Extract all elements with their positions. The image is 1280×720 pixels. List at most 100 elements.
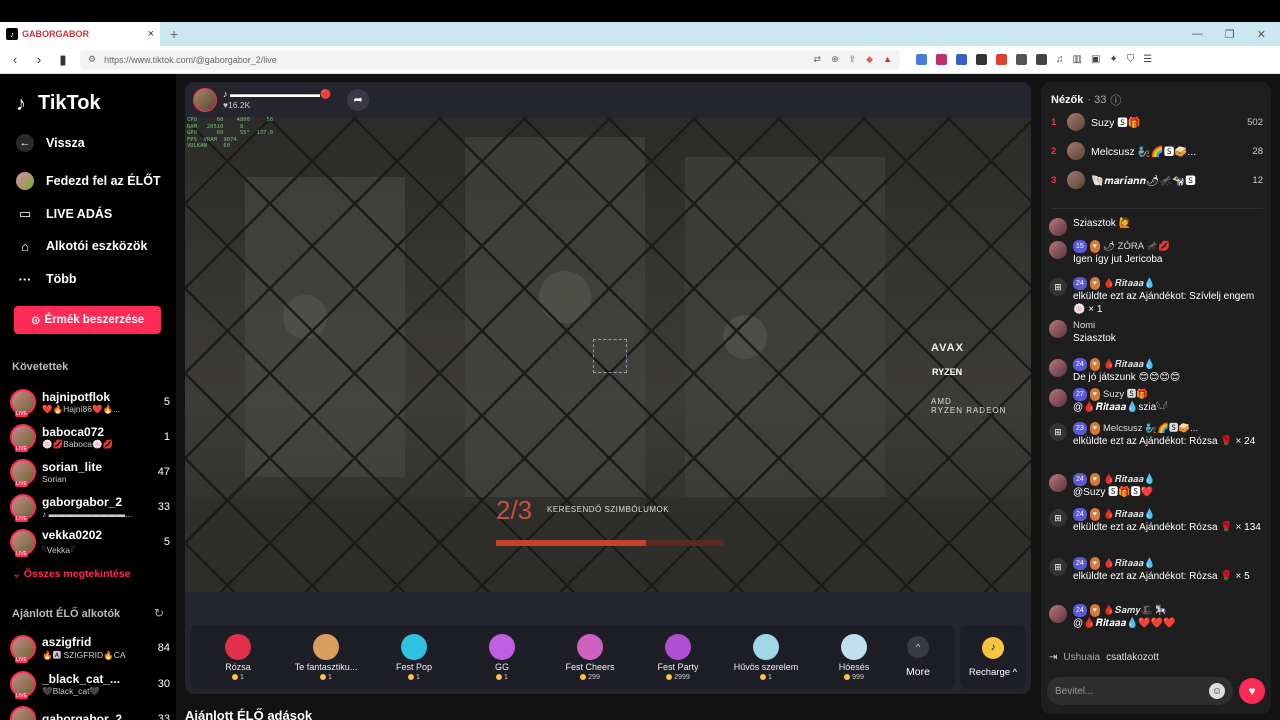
translate-icon[interactable]: ⇄ [814,54,822,65]
like-button[interactable]: ♥ [1239,678,1265,704]
following-item[interactable]: LIVE sorian_lite Sorian 47 [10,457,170,487]
nav-live[interactable]: ▭ LIVE ADÁS [16,205,112,223]
tiktok-logo[interactable]: ♪ TikTok [16,92,101,115]
following-sub: ♪ ▬▬▬▬▬▬▬▬▬... [42,509,133,519]
new-tab-icon[interactable]: + [170,26,178,42]
chat-message[interactable]: Nomi Sziasztok [1049,319,1263,345]
chat-user[interactable]: 24 ♥ 🩸𝑹𝒊𝒕𝒂𝒂𝒂💧 [1073,473,1263,486]
chat-username: Melcsusz 🧞🌈🆂🥪... [1102,423,1199,434]
chat-message[interactable]: 24 ♥ 🩸𝑹𝒊𝒕𝒂𝒂𝒂💧 @Suzy 🆂🎁🆂❤️ [1049,473,1263,499]
gift-price: 1 [232,674,244,681]
recharge-button[interactable]: ♪ Recharge ^ [960,625,1026,689]
chat-user[interactable]: 23 ♥ Melcsusz 🧞🌈🆂🥪... [1073,422,1263,435]
nav-explore-live[interactable]: Fedezd fel az ÉLŐT [16,172,161,190]
gift-item[interactable]: GG 1 [458,633,546,681]
see-all-link[interactable]: ⌄ Összes megtekintése [12,568,131,580]
gift-item[interactable]: Fest Party 2999 [634,633,722,681]
nav-creator-tools[interactable]: ⌂ Alkotói eszközök [16,237,147,255]
browser-tab[interactable]: ♪ GABORGABOR × [0,22,160,46]
extension-icon[interactable] [1036,54,1047,65]
chat-user[interactable]: 24 ♥ 🩸𝑹𝒊𝒕𝒂𝒂𝒂💧 [1073,277,1263,290]
chat-user[interactable]: Nomi [1073,319,1263,332]
get-coins-button[interactable]: ⊙ Érmék beszerzése [14,306,161,334]
following-item[interactable]: LIVE vekka0202 𓆩Vekka𓆪 5 [10,527,170,557]
chat-user[interactable]: 27 ♥ Suzy 🆂🎁 [1073,388,1263,401]
chat-message[interactable]: 24 ♥ 🩸𝑹𝒊𝒕𝒂𝒂𝒂💧 De jó játszunk 😊😊😊😊 [1049,358,1263,384]
extension-icon[interactable] [996,54,1007,65]
rewards-icon[interactable]: ▲ [883,54,892,65]
coin-icon [408,674,415,680]
host-avatar[interactable] [193,87,217,112]
chat-gift-message[interactable]: ⊞ 24 ♥ 🩸𝑹𝒊𝒕𝒂𝒂𝒂💧 elküldte ezt az Ajándékot: R… [1049,557,1263,583]
chat-message[interactable]: Sziasztok 🙋 [1049,217,1263,236]
chat-gift-message[interactable]: ⊞ 24 ♥ 🩸𝑹𝒊𝒕𝒂𝒂𝒂💧 elküldte ezt az Ajándékot: S… [1049,277,1263,316]
top-strip [0,0,1280,22]
suggested-item[interactable]: LIVE _black_cat_... 🖤Black_cat🖤 30 [10,669,170,699]
following-name: sorian_lite [42,460,103,474]
site-settings-icon[interactable]: ⚙ [88,54,96,65]
following-item[interactable]: LIVE baboca072 🍥💋Baboca🍥💋 1 [10,422,170,452]
chat-message[interactable]: 27 ♥ Suzy 🆂🎁 @🩸𝑹𝒊𝒕𝒂𝒂𝒂💧szia𓆩𓆪 [1049,388,1263,414]
avatar: LIVE [10,635,36,663]
extension-icon[interactable] [936,54,947,65]
leo-icon[interactable]: ✦ [1109,54,1117,65]
chat-gift-message[interactable]: ⊞ 24 ♥ 🩸𝑹𝒊𝒕𝒂𝒂𝒂💧 elküldte ezt az Ajándékot: R… [1049,508,1263,534]
minimize-icon[interactable]: — [1192,28,1203,41]
gift-item[interactable]: Hóesés 999 [810,633,898,681]
gift-item[interactable]: Te fantasztiku... 1 [282,633,370,681]
gift-name: Fest Pop [395,661,433,672]
nav-back[interactable]: ← Vissza [16,134,85,152]
maximize-icon[interactable]: ❐ [1225,28,1235,41]
more-gifts-button[interactable]: ^ More [898,636,938,678]
info-icon[interactable]: ⓘ [1110,92,1121,108]
gift-item[interactable]: Fest Cheers 299 [546,633,634,681]
vpn-icon[interactable]: ⛉ [1127,54,1135,65]
chat-input[interactable]: Bevitel... ☺ [1047,677,1233,705]
top-viewer-row[interactable]: 3 🐚𝒎𝒂𝒓𝒊𝒂𝒏𝒏🌶🦟🐄🆂 12 [1051,170,1263,190]
suggested-item[interactable]: LIVE aszigfrid 🔥🅰 SZIGFRID🔥CA 84 [10,633,170,663]
chat-gift-message[interactable]: ⊞ 23 ♥ Melcsusz 🧞🌈🆂🥪... elküldte ezt az Aján… [1049,422,1263,448]
following-item[interactable]: LIVE gaborgabor_2 ♪ ▬▬▬▬▬▬▬▬▬... 33 [10,492,170,522]
gift-item[interactable]: Fest Pop 1 [370,633,458,681]
emoji-icon[interactable]: ☺ [1209,683,1225,699]
extension-icon[interactable] [976,54,987,65]
gift-item[interactable]: Hűvös szerelem 1 [722,633,810,681]
gift-price: 299 [580,674,600,681]
chat-user[interactable]: 24 ♥ 🩸𝑹𝒊𝒕𝒂𝒂𝒂💧 [1073,508,1263,521]
chat-user[interactable]: 24 ♥ 🩸𝑹𝒊𝒕𝒂𝒂𝒂💧 [1073,557,1263,570]
chat-user[interactable]: 24 ♥ 🩸𝑺𝒂𝒎𝒚🎩 🎠 [1073,604,1263,617]
top-viewer-row[interactable]: 2 Melcsusz 🧞🌈🆂🥪... 28 [1051,141,1263,161]
url-field[interactable]: ⚙ https://www.tiktok.com/@gaborgabor_2/l… [80,49,900,70]
back-icon[interactable]: ‹ [8,52,22,67]
chat-text: elküldte ezt az Ajándékot: Rózsa 🌹 × 134 [1073,522,1261,533]
suggested-item[interactable]: gaborgabor_2 33 [10,704,170,720]
host-name[interactable]: ♪ ▬▬▬▬▬▬▬▬▬▬🔴 [223,89,331,100]
chat-user[interactable]: 24 ♥ 🩸𝑹𝒊𝒕𝒂𝒂𝒂💧 [1073,358,1263,371]
brave-shield-icon[interactable]: ◆ [866,54,873,65]
bookmark-icon[interactable]: ▮ [56,52,70,68]
share-button[interactable]: ➦ [347,88,370,111]
sidebar-icon[interactable]: ▥ [1073,54,1082,65]
chat-message[interactable]: 15 ♥ 🌶 ZÓRA 🦟💋 Igen így jut Jericoba [1049,240,1263,266]
gift-box-icon: ⊞ [1049,423,1067,441]
gift-item[interactable]: Rózsa 1 [194,633,282,681]
zoom-icon[interactable]: ⊕ [831,54,839,65]
menu-icon[interactable]: ☰ [1143,54,1152,65]
refresh-icon[interactable]: ↻ [154,606,164,620]
chat-user[interactable]: 15 ♥ 🌶 ZÓRA 🦟💋 [1073,240,1263,253]
wallet-icon[interactable]: ▣ [1091,54,1100,65]
extension-icon[interactable] [956,54,967,65]
close-window-icon[interactable]: ✕ [1257,28,1266,41]
forward-icon[interactable]: › [32,52,46,67]
live-badge: LIVE [15,446,28,452]
following-item[interactable]: LIVE hajnipotflok ❤️🔥Hajni86❤️🔥... 5 [10,387,170,417]
share-icon[interactable]: ⇪ [849,54,857,65]
nav-more[interactable]: ··· Több [16,270,77,288]
chat-message[interactable]: 24 ♥ 🩸𝑺𝒂𝒎𝒚🎩 🎠 @🩸𝑹𝒊𝒕𝒂𝒂𝒂💧❤️❤️❤️ [1049,604,1263,630]
top-viewer-row[interactable]: 1 Suzy 🆂🎁 502 [1051,112,1263,132]
tab-close-icon[interactable]: × [148,28,154,40]
extension-icon[interactable] [916,54,927,65]
extension-icon[interactable] [1016,54,1027,65]
music-icon[interactable]: ♫ [1056,54,1064,65]
video-player[interactable]: CPU 60 4800 58 RAM 20510 8 GPU 60 55° 13… [185,117,1031,592]
